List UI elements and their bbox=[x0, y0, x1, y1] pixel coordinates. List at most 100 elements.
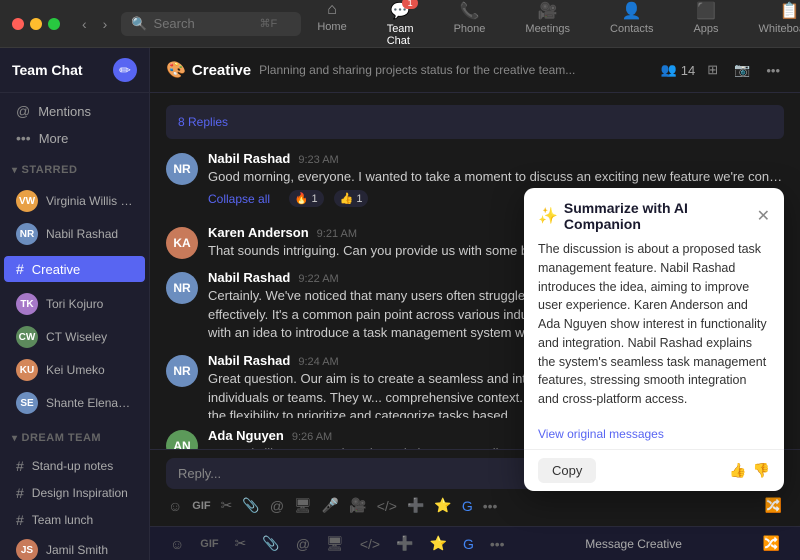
sidebar-item-nabil[interactable]: NR Nabil Rashad bbox=[4, 218, 145, 250]
more-options-button[interactable]: ••• bbox=[762, 59, 784, 82]
teamchat-badge: 1 bbox=[402, 0, 418, 9]
bottom-filter-button[interactable]: 🔀 bbox=[759, 533, 784, 554]
ai-sparkle-icon: ✨ bbox=[538, 206, 558, 226]
screen-share-button[interactable]: 🖥 bbox=[292, 495, 314, 516]
bottom-plus-button[interactable]: ➕ bbox=[392, 533, 417, 554]
gif-button[interactable]: GIF bbox=[190, 498, 212, 514]
search-icon: 🔍 bbox=[131, 16, 147, 32]
sidebar: Team Chat ✏ @ Mentions ••• More Starred … bbox=[0, 48, 150, 560]
replies-link[interactable]: 8 Replies bbox=[178, 115, 228, 129]
standup-hash-icon: # bbox=[16, 458, 24, 474]
avatar: NR bbox=[166, 272, 198, 304]
add-button[interactable]: ➕ bbox=[405, 495, 426, 516]
maximize-window-button[interactable] bbox=[48, 18, 60, 30]
screenshot-button[interactable]: ✂ bbox=[219, 495, 235, 516]
bottom-star-button[interactable]: ⭐ bbox=[426, 533, 451, 554]
nav-apps[interactable]: ⬛ Apps bbox=[685, 0, 726, 49]
sidebar-item-virginia[interactable]: VW Virginia Willis (You) bbox=[4, 185, 145, 217]
sidebar-item-teamlunch[interactable]: # Team lunch bbox=[4, 507, 145, 533]
ai-popup-body: The discussion is about a proposed task … bbox=[524, 240, 784, 419]
bottom-emoji-button[interactable]: ☺ bbox=[166, 534, 188, 554]
nav-home[interactable]: ⌂ Home bbox=[309, 0, 354, 49]
star-button[interactable]: ⭐ bbox=[432, 495, 453, 516]
channel-desc: Planning and sharing projects status for… bbox=[259, 63, 652, 77]
teamchat-icon: 💬 1 bbox=[390, 1, 410, 21]
nav-teamchat[interactable]: 💬 1 Team Chat bbox=[379, 0, 422, 49]
nav-meetings[interactable]: 🎥 Meetings bbox=[517, 0, 578, 49]
main-layout: Team Chat ✏ @ Mentions ••• More Starred … bbox=[0, 48, 800, 560]
mention-button[interactable]: @ bbox=[268, 496, 286, 516]
ct-label: CT Wiseley bbox=[46, 330, 107, 344]
reply-bar: 8 Replies bbox=[166, 105, 784, 139]
search-bar[interactable]: 🔍 ⌘F bbox=[121, 12, 301, 36]
chat-container: 🎨 Creative Planning and sharing projects… bbox=[150, 48, 800, 560]
ai-thumbdown-button[interactable]: 👎 bbox=[753, 462, 770, 479]
msg-text: Good morning, everyone. I wanted to take… bbox=[208, 168, 784, 186]
minimize-window-button[interactable] bbox=[30, 18, 42, 30]
meetings-icon: 🎥 bbox=[538, 1, 558, 21]
back-button[interactable]: ‹ bbox=[76, 14, 93, 34]
sidebar-item-kei[interactable]: KU Kei Umeko bbox=[4, 354, 145, 386]
traffic-lights bbox=[12, 18, 60, 30]
sidebar-item-designinsp[interactable]: # Design Inspiration bbox=[4, 480, 145, 506]
kei-avatar: KU bbox=[16, 359, 38, 381]
compose-button[interactable]: ✏ bbox=[113, 58, 137, 82]
bottom-attach-button[interactable]: 📎 bbox=[258, 533, 283, 554]
ai-view-original-link[interactable]: View original messages bbox=[538, 427, 770, 441]
more-dots-icon: ••• bbox=[16, 130, 31, 146]
standup-label: Stand-up notes bbox=[32, 459, 113, 473]
chat-header-actions: 👥 14 ⊞ 📷 ••• bbox=[661, 58, 784, 82]
bottom-screen-button[interactable]: 🖥 bbox=[322, 533, 348, 554]
nav-contacts[interactable]: 👤 Contacts bbox=[602, 0, 661, 49]
bottom-scissor-button[interactable]: ✂ bbox=[231, 533, 251, 554]
nav-phone[interactable]: 📞 Phone bbox=[446, 0, 494, 49]
sidebar-item-more[interactable]: ••• More bbox=[4, 125, 145, 151]
nav-center: ⌂ Home 💬 1 Team Chat 📞 Phone 🎥 Meetings … bbox=[309, 0, 800, 49]
emoji-button[interactable]: ☺ bbox=[166, 496, 184, 516]
reaction-thumbup[interactable]: 👍 1 bbox=[334, 190, 369, 207]
close-window-button[interactable] bbox=[12, 18, 24, 30]
attach-button[interactable]: 📎 bbox=[240, 495, 261, 516]
ai-thumbup-button[interactable]: 👍 bbox=[729, 462, 746, 479]
sidebar-item-mentions[interactable]: @ Mentions bbox=[4, 98, 145, 124]
ai-close-button[interactable]: ✕ bbox=[757, 206, 770, 226]
search-input[interactable] bbox=[154, 16, 254, 31]
audio-button[interactable]: 🎤 bbox=[320, 495, 341, 516]
ai-popup-actions: Copy 👍 👎 bbox=[524, 449, 784, 491]
bottom-google-button[interactable]: G bbox=[459, 534, 478, 554]
msg-author: Ada Nguyen bbox=[208, 428, 284, 443]
forward-button[interactable]: › bbox=[97, 14, 114, 34]
sidebar-item-tori[interactable]: TK Tori Kojuro bbox=[4, 288, 145, 320]
bottom-gif-button[interactable]: GIF bbox=[196, 536, 222, 552]
msg-time: 9:24 AM bbox=[298, 356, 338, 368]
code-button[interactable]: </> bbox=[375, 496, 399, 516]
video-button[interactable]: 📷 bbox=[730, 58, 754, 82]
sidebar-title: Team Chat bbox=[12, 62, 83, 78]
ai-copy-button[interactable]: Copy bbox=[538, 458, 596, 483]
bottom-moredots-button[interactable]: ••• bbox=[486, 534, 509, 554]
msg-time: 9:26 AM bbox=[292, 431, 332, 443]
sidebar-item-ct[interactable]: CW CT Wiseley bbox=[4, 321, 145, 353]
msg-time: 9:22 AM bbox=[298, 273, 338, 285]
sidebar-item-creative[interactable]: # Creative bbox=[4, 256, 145, 282]
channel-name: 🎨 Creative bbox=[166, 60, 251, 80]
sidebar-item-jamil[interactable]: JS Jamil Smith bbox=[4, 534, 145, 560]
nav-whiteboards[interactable]: 📋 Whiteboards bbox=[751, 0, 800, 49]
bottom-mention-button[interactable]: @ bbox=[292, 534, 314, 554]
virginia-avatar: VW bbox=[16, 190, 38, 212]
channel-options-button[interactable]: ⊞ bbox=[703, 58, 722, 82]
video-msg-button[interactable]: 🎥 bbox=[347, 495, 368, 516]
sidebar-item-shante[interactable]: SE Shante Elena, Daniel Bow... bbox=[4, 387, 145, 419]
google-button[interactable]: G bbox=[460, 496, 475, 516]
bottom-code-button[interactable]: </> bbox=[356, 534, 384, 554]
member-count: 👥 14 bbox=[661, 62, 696, 78]
starred-section-label[interactable]: Starred bbox=[0, 156, 149, 180]
sidebar-item-standupnotes[interactable]: # Stand-up notes bbox=[4, 453, 145, 479]
send-filter-button[interactable]: 🔀 bbox=[763, 495, 784, 516]
msg-time: 9:21 AM bbox=[317, 228, 357, 240]
input-toolbar: ☺ GIF ✂ 📎 @ 🖥 🎤 🎥 </> ➕ ⭐ G ••• 🔀 bbox=[166, 495, 784, 516]
dreamteam-label[interactable]: Dream Team bbox=[0, 424, 149, 448]
more-toolbar-button[interactable]: ••• bbox=[481, 496, 500, 516]
reaction-fire[interactable]: 🔥 1 bbox=[289, 190, 324, 207]
avatar: NR bbox=[166, 153, 198, 185]
